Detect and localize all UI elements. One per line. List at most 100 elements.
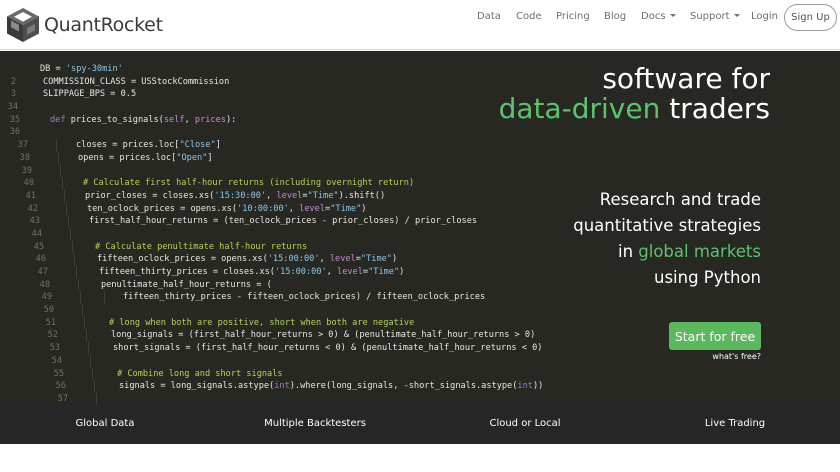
- code-line-number: 34: [7, 102, 18, 113]
- code-token: level: [337, 267, 363, 277]
- indent-guide: [56, 139, 57, 152]
- whats-free-link[interactable]: what's free?: [712, 352, 761, 361]
- code-token: ,: [319, 254, 330, 265]
- code-text: SLIPPAGE_BPS = 0.5: [43, 88, 136, 101]
- hero-tagline-rest: traders: [660, 92, 770, 125]
- code-line-number: 57: [57, 393, 68, 404]
- code-snippet: DB = 'spy-30min' 2 COMMISSION_CLASS = USSt…: [0, 63, 560, 404]
- code-line-number: 35: [9, 114, 20, 125]
- code-text: # Combine long and short signals: [117, 368, 283, 381]
- signup-button[interactable]: Sign Up: [784, 4, 837, 31]
- code-token: fifteen_thirty_prices - fifteen_oclock_p…: [123, 292, 486, 303]
- nav-pricing[interactable]: Pricing: [556, 11, 590, 23]
- code-text: opens = prices.loc["Open"]: [78, 152, 213, 165]
- code-text: # Calculate first half-hour returns (inc…: [83, 177, 414, 190]
- nav-docs-dropdown[interactable]: Docs: [641, 11, 676, 23]
- code-token: ,: [184, 114, 195, 125]
- code-line: 36: [0, 126, 560, 139]
- code-token: ]: [215, 140, 221, 151]
- code-line: 51 # long when both are positive, short w…: [0, 316, 560, 330]
- hero-sub-line2: quantitative strategies: [573, 216, 761, 235]
- code-text: long_signals = (first_half_hour_returns …: [111, 329, 535, 342]
- code-text: # long when both are positive, short whe…: [109, 317, 414, 330]
- indent-guide: [62, 177, 63, 190]
- code-line-number: 46: [35, 254, 46, 265]
- code-token: # Combine long and short signals: [117, 368, 283, 379]
- code-token: )): [532, 381, 544, 392]
- nav-blog[interactable]: Blog: [604, 11, 626, 23]
- code-line-number: 43: [29, 216, 40, 227]
- code-token: '10:00:00': [237, 203, 289, 214]
- code-line: 45 # Calculate penultimate half-hour retu…: [0, 240, 560, 254]
- nav-login[interactable]: Login: [751, 11, 778, 23]
- code-line: 43 first_half_hour_returns = (ten_oclock_…: [0, 215, 560, 228]
- code-line: 2 COMMISSION_CLASS = USStockCommission: [0, 76, 560, 89]
- code-line-number: 50: [43, 305, 54, 316]
- feature-cloud-or-local[interactable]: Cloud or Local: [489, 418, 560, 429]
- indent-guide: [76, 266, 77, 279]
- feature-live-trading[interactable]: Live Trading: [705, 418, 765, 429]
- code-token: ,: [288, 203, 300, 214]
- code-token: def: [50, 114, 66, 125]
- code-line: 42 ten_oclock_prices = opens.xs('10:00:00…: [0, 202, 560, 216]
- code-token: '15:30:00': [214, 190, 267, 201]
- indent-guide: [82, 304, 83, 317]
- code-line-number: 51: [45, 317, 56, 328]
- hero-sub-line3: in global markets: [618, 242, 761, 262]
- code-token: penultimate_half_hour_returns = (: [101, 279, 272, 290]
- indent-guide: [84, 316, 85, 330]
- code-line: 39: [0, 164, 560, 178]
- code-text: # Calculate penultimate half-hour return…: [95, 241, 307, 254]
- code-token: closes = prices.loc[: [76, 140, 180, 151]
- code-token: DB =: [40, 64, 66, 74]
- code-line: 46 fifteen_oclock_prices = opens.xs('15:0…: [0, 253, 560, 266]
- indent-guide: [92, 367, 93, 381]
- code-line-number: 54: [51, 355, 62, 366]
- hero-sub-line3-prefix: in: [617, 242, 639, 261]
- code-line: 54: [0, 354, 560, 368]
- feature-global-data[interactable]: Global Data: [76, 418, 135, 429]
- code-token: '15:00:00': [274, 267, 327, 277]
- cube-logo-icon: [7, 8, 39, 42]
- code-text: penultimate_half_hour_returns = (: [101, 279, 272, 292]
- code-token: "Time": [360, 254, 392, 265]
- indent-guide: [78, 278, 79, 292]
- code-line-number: 44: [31, 228, 42, 239]
- code-text: def prices_to_signals(self, prices):: [50, 114, 236, 127]
- brand-logo[interactable]: QuantRocket: [6, 6, 163, 44]
- code-line-number: 48: [39, 279, 50, 290]
- indent-guide: [86, 329, 87, 343]
- code-line: 52 long_signals = (first_half_hour_return…: [0, 329, 560, 343]
- code-token: prior_closes = closes.xs(: [85, 190, 215, 201]
- indent-guide: [94, 380, 95, 393]
- code-text: fifteen_thirty_prices - fifteen_oclock_p…: [123, 291, 485, 304]
- code-line: 40 # Calculate first half-hour returns (i…: [0, 177, 560, 190]
- feature-multiple-backtesters[interactable]: Multiple Backtesters: [264, 418, 366, 429]
- code-line: 34: [0, 101, 560, 114]
- hero-tagline-line2: data-driven traders: [499, 94, 770, 124]
- nav-code[interactable]: Code: [516, 11, 542, 23]
- code-token: opens = prices.loc[: [78, 152, 177, 163]
- hero-tagline-line1: software for: [602, 62, 770, 95]
- code-token: first_half_hour_returns = (ten_oclock_pr…: [89, 216, 478, 227]
- code-text: closes = prices.loc["Close"]: [76, 139, 221, 152]
- nav-support-label: Support: [690, 11, 730, 22]
- code-line-number: 56: [55, 381, 66, 392]
- code-line: 49 fifteen_thirty_prices - fifteen_oclock…: [0, 291, 560, 305]
- code-line: 3 SLIPPAGE_BPS = 0.5: [0, 88, 560, 101]
- nav-data[interactable]: Data: [477, 11, 501, 23]
- code-line-number: 3: [10, 89, 16, 100]
- caret-down-icon: [733, 14, 740, 17]
- code-line-number: 2: [10, 76, 16, 87]
- code-line: 48 penultimate_half_hour_returns = (: [0, 278, 560, 292]
- start-for-free-button[interactable]: Start for free: [669, 322, 761, 350]
- code-text: DB = 'spy-30min': [40, 63, 123, 76]
- indent-guide: [104, 291, 105, 305]
- code-text: fifteen_oclock_prices = opens.xs('15:00:…: [97, 253, 397, 266]
- code-token: "Time": [368, 267, 400, 277]
- code-token: self: [163, 114, 185, 125]
- code-token: short_signals = (first_half_hour_returns…: [113, 343, 543, 354]
- code-line-number: 52: [47, 330, 58, 341]
- nav-support-dropdown[interactable]: Support: [690, 11, 740, 23]
- hero-section: DB = 'spy-30min' 2 COMMISSION_CLASS = USSt…: [0, 51, 840, 404]
